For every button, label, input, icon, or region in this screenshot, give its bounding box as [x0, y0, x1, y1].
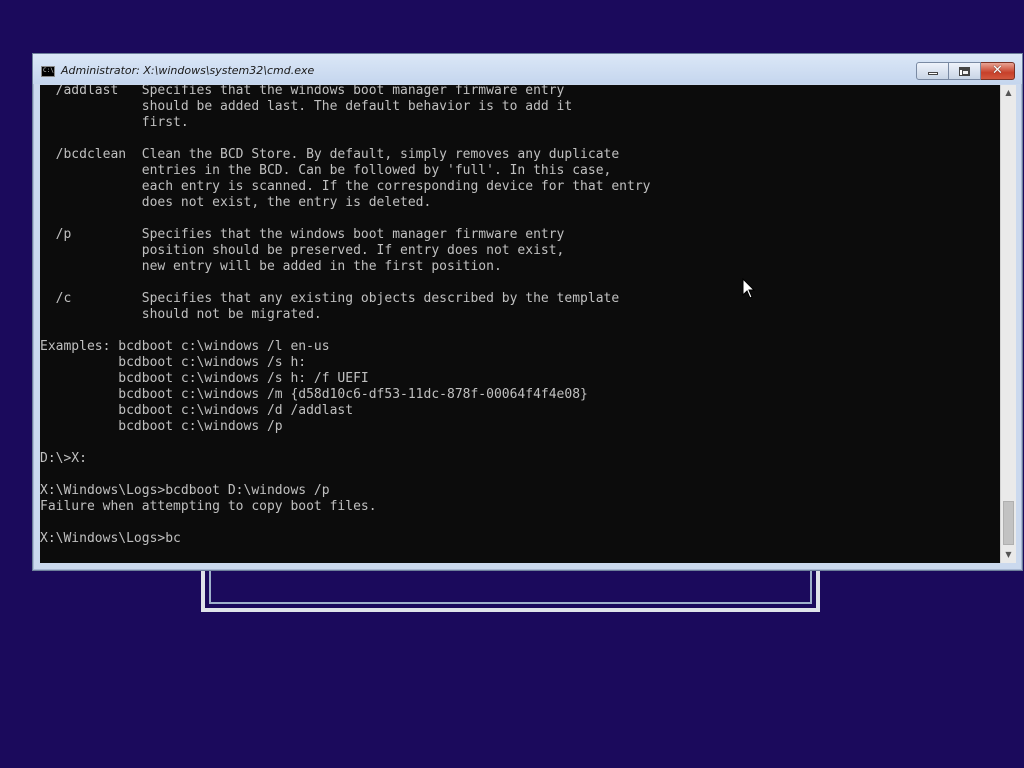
console-icon-glyph: C:\ — [43, 67, 54, 74]
console-line: /c Specifies that any existing objects d… — [40, 291, 620, 306]
scroll-thumb[interactable] — [1003, 501, 1014, 545]
console-line: Failure when attempting to copy boot fil… — [40, 499, 377, 514]
minimize-button[interactable] — [916, 62, 949, 80]
desktop: C:\ Administrator: X:\windows\system32\c… — [0, 0, 1024, 768]
close-icon: ✕ — [992, 63, 1003, 78]
console-line: position should be preserved. If entry d… — [40, 243, 565, 258]
window-controls: ✕ — [916, 62, 1015, 80]
scroll-up-arrow-icon[interactable]: ▲ — [1001, 85, 1016, 101]
console-line: X:\Windows\Logs>bcdboot D:\windows /p — [40, 483, 330, 498]
console-line: bcdboot c:\windows /m {d58d10c6-df53-11d… — [40, 387, 588, 402]
console-line: bcdboot c:\windows /p — [40, 419, 283, 434]
title-bar[interactable]: C:\ Administrator: X:\windows\system32\c… — [33, 54, 1022, 84]
console-line: X:\Windows\Logs>bc — [40, 531, 181, 546]
vertical-scrollbar[interactable]: ▲ ▼ — [1000, 85, 1016, 563]
window-title: Administrator: X:\windows\system32\cmd.e… — [61, 64, 315, 77]
restore-icon — [959, 67, 970, 76]
console-line: bcdboot c:\windows /d /addlast — [40, 403, 354, 418]
scroll-down-arrow-icon[interactable]: ▼ — [1001, 547, 1016, 563]
mouse-pointer-icon — [742, 278, 756, 299]
console-line: entries in the BCD. Can be followed by '… — [40, 163, 612, 178]
console-line: Examples: bcdboot c:\windows /l en-us — [40, 339, 330, 354]
console-text: /addlast Specifies that the windows boot… — [40, 85, 650, 547]
console-line: bcdboot c:\windows /s h: — [40, 355, 307, 370]
console-output[interactable]: /addlast Specifies that the windows boot… — [40, 85, 1000, 563]
console-line: /bcdclean Clean the BCD Store. By defaul… — [40, 147, 620, 162]
minimize-icon — [928, 72, 938, 75]
console-line: should be added last. The default behavi… — [40, 99, 573, 114]
console-line: first. — [40, 115, 189, 130]
close-button[interactable]: ✕ — [981, 62, 1015, 80]
cmd-window[interactable]: C:\ Administrator: X:\windows\system32\c… — [32, 53, 1023, 571]
console-line: /addlast Specifies that the windows boot… — [40, 85, 565, 98]
console-line: each entry is scanned. If the correspond… — [40, 179, 651, 194]
maximize-button[interactable] — [949, 62, 981, 80]
console-line: new entry will be added in the first pos… — [40, 259, 502, 274]
console-line: /p Specifies that the windows boot manag… — [40, 227, 565, 242]
console-line: bcdboot c:\windows /s h: /f UEFI — [40, 371, 369, 386]
console-line: D:\>X: — [40, 451, 87, 466]
console-line: should not be migrated. — [40, 307, 322, 322]
console-line: does not exist, the entry is deleted. — [40, 195, 432, 210]
console-icon[interactable]: C:\ — [41, 66, 55, 77]
